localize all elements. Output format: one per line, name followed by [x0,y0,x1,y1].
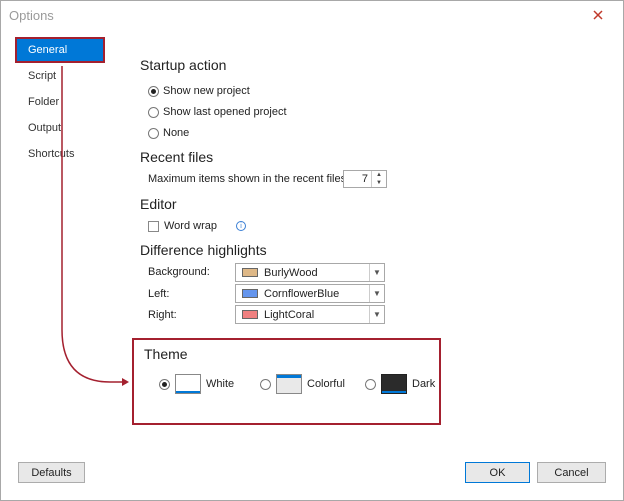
theme-option-colorful[interactable]: Colorful [260,374,345,394]
chevron-down-icon: ▼ [369,285,384,302]
word-wrap-row: Word wrap i [148,220,246,232]
theme-label: Colorful [307,378,345,390]
recent-files-label: Maximum items shown in the recent files … [148,173,366,185]
startup-option-last[interactable]: Show last opened project [148,104,287,120]
startup-option-new[interactable]: Show new project [148,83,250,99]
theme-heading: Theme [144,346,188,362]
stepper-buttons: ▲ ▼ [371,171,386,187]
radio-button[interactable] [159,378,170,390]
info-icon[interactable]: i [235,221,246,231]
nav-item-output[interactable]: Output [15,115,105,141]
select-value: CornflowerBlue [264,287,340,300]
theme-option-dark[interactable]: Dark [365,374,435,394]
color-swatch [242,268,258,277]
radio-button[interactable] [260,378,271,390]
chevron-down-icon: ▼ [369,264,384,281]
general-settings-panel: Startup action Show new project Show las… [140,50,580,350]
category-nav: General Script Folder Output Shortcuts [15,37,105,167]
close-icon [593,10,603,20]
nav-item-shortcuts[interactable]: Shortcuts [15,141,105,167]
radio-label: None [163,127,190,139]
difference-highlights-heading: Difference highlights [140,242,267,258]
startup-option-none[interactable]: None [148,125,189,141]
startup-action-heading: Startup action [140,57,227,73]
recent-files-heading: Recent files [140,149,214,165]
cancel-button[interactable]: Cancel [537,462,606,483]
background-label: Background: [148,266,210,278]
radio-button[interactable] [148,85,159,97]
left-label: Left: [148,288,170,300]
theme-option-white[interactable]: White [159,374,234,394]
background-color-select[interactable]: BurlyWood ▼ [235,263,385,282]
radio-button[interactable] [365,378,376,390]
word-wrap-label: Word wrap [164,220,217,232]
nav-item-script[interactable]: Script [15,63,105,89]
select-value: BurlyWood [264,266,318,279]
close-button[interactable] [584,6,612,24]
radio-label: Show new project [163,85,250,97]
stepper-down-button[interactable]: ▼ [372,179,386,187]
window-title: Options [9,8,54,23]
radio-button[interactable] [148,127,159,139]
word-wrap-checkbox[interactable] [148,220,159,232]
theme-section: Theme White Colorful Dark [132,338,441,425]
dark-theme-preview-icon [381,374,407,394]
left-color-select[interactable]: CornflowerBlue ▼ [235,284,385,303]
colorful-theme-preview-icon [276,374,302,394]
right-label: Right: [148,309,177,321]
defaults-button[interactable]: Defaults [18,462,85,483]
color-swatch [242,310,258,319]
nav-item-folder[interactable]: Folder [15,89,105,115]
chevron-down-icon: ▼ [369,306,384,323]
ok-button[interactable]: OK [465,462,530,483]
color-swatch [242,289,258,298]
editor-heading: Editor [140,196,177,212]
recent-files-stepper[interactable]: 7 ▲ ▼ [343,170,387,188]
stepper-up-button[interactable]: ▲ [372,171,386,179]
radio-button[interactable] [148,106,159,118]
radio-label: Show last opened project [163,106,287,118]
white-theme-preview-icon [175,374,201,394]
theme-label: Dark [412,378,436,390]
stepper-value: 7 [361,173,368,185]
right-color-select[interactable]: LightCoral ▼ [235,305,385,324]
select-value: LightCoral [264,308,315,321]
theme-label: White [206,378,235,390]
nav-item-general[interactable]: General [15,37,105,63]
recent-files-row: Maximum items shown in the recent files … [148,173,366,185]
title-bar: Options [1,1,623,29]
